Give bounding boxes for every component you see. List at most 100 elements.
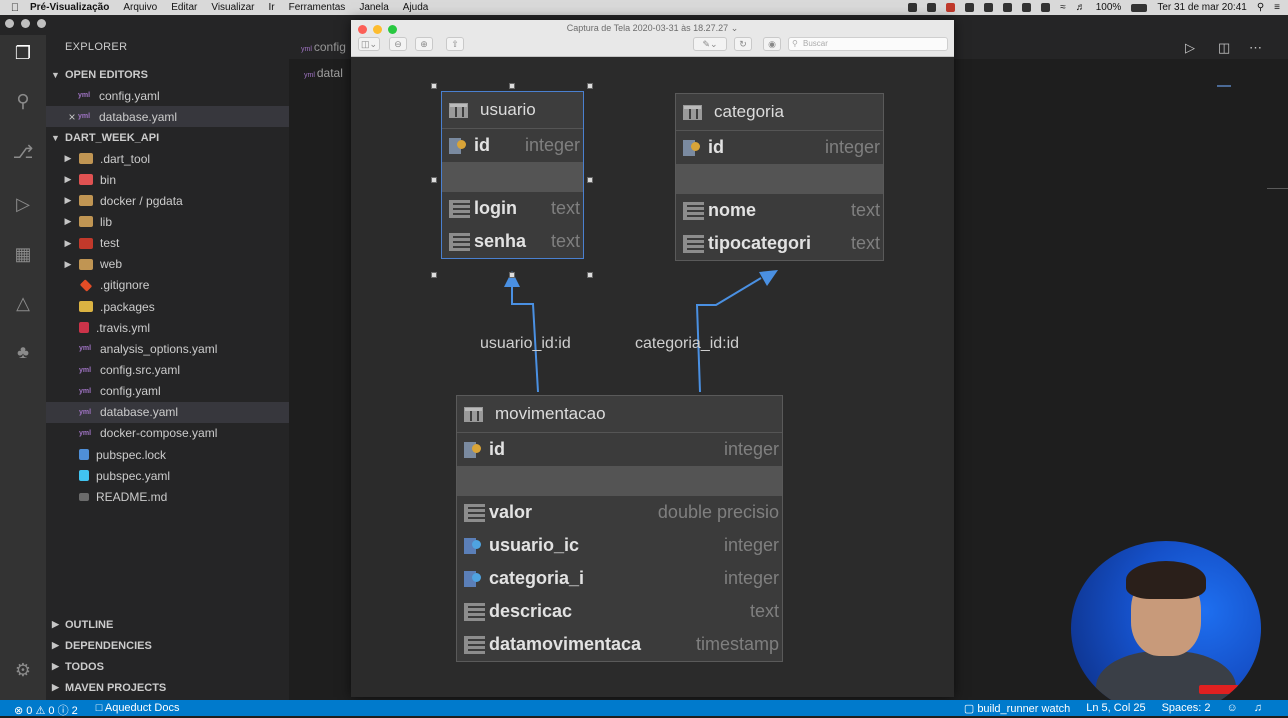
selection-handle[interactable] — [509, 83, 515, 89]
file-tree-item[interactable]: pubspec.lock — [46, 444, 289, 465]
project-folder-header[interactable]: ▼ DART_WEEK_API — [46, 127, 289, 148]
file-tree-item[interactable]: yml docker-compose.yaml — [46, 423, 289, 444]
menu-item-editar[interactable]: Editar — [171, 2, 197, 13]
file-tree-item[interactable]: pubspec.yaml — [46, 465, 289, 486]
status-app-icon[interactable] — [927, 3, 937, 12]
selection-handle[interactable] — [587, 83, 593, 89]
zoom-out-button[interactable]: ⊖ — [389, 37, 407, 51]
breadcrumb[interactable]: yml datal — [304, 66, 343, 80]
dependencies-section-header[interactable]: ▶ DEPENDENCIES — [46, 635, 289, 656]
open-editor-item[interactable]: × yml database.yaml — [46, 106, 289, 127]
selection-handle[interactable] — [431, 177, 437, 183]
close-editor-icon[interactable]: × — [66, 110, 78, 124]
status-app-icon[interactable] — [984, 3, 994, 12]
volume-icon[interactable]: ♬ — [1076, 2, 1086, 13]
selection-handle[interactable] — [431, 83, 437, 89]
edge-label-usuario-id: usuario_id:id — [480, 335, 571, 352]
table-categoria[interactable]: categoria id integer nome text tipocateg… — [675, 93, 884, 261]
zoom-window-button[interactable] — [37, 19, 46, 28]
notifications-bell-icon[interactable]: ♫ — [1254, 702, 1262, 715]
build-runner-task[interactable]: ▢ build_runner watch — [964, 702, 1070, 715]
rotate-button[interactable]: ↻ — [734, 37, 752, 51]
share-button[interactable]: ⇧ — [446, 37, 464, 51]
testing-flask-icon[interactable]: △ — [11, 291, 35, 315]
markup-pen-button[interactable]: ✎⌄ — [693, 37, 727, 51]
column-icon — [449, 232, 470, 251]
menu-item-janela[interactable]: Janela — [359, 2, 388, 13]
split-editor-icon[interactable]: ◫ — [1218, 40, 1230, 56]
status-app-icon[interactable] — [1022, 3, 1032, 12]
menu-item-ir[interactable]: Ir — [269, 2, 275, 13]
menu-item-ajuda[interactable]: Ajuda — [403, 2, 429, 13]
status-app-icon[interactable] — [1003, 3, 1013, 12]
open-editors-header[interactable]: ▼ OPEN EDITORS — [46, 64, 289, 85]
feedback-smiley-icon[interactable]: ☺ — [1227, 702, 1238, 715]
bin-folder-icon — [79, 174, 93, 186]
preview-search-field[interactable]: ⚲ Buscar — [788, 37, 948, 51]
battery-icon[interactable] — [1131, 3, 1148, 12]
open-editor-item[interactable]: yml config.yaml — [46, 85, 289, 106]
selection-handle[interactable] — [587, 272, 593, 278]
sidebar-toggle-button[interactable]: ◫⌄ — [358, 37, 380, 51]
preview-image-canvas[interactable]: usuario_id:id categoria_id:id usuario id… — [351, 57, 954, 697]
file-tree-item[interactable]: .gitignore — [46, 275, 289, 296]
file-tree-item[interactable]: .packages — [46, 296, 289, 317]
clock[interactable]: Ter 31 de mar 20:41 — [1157, 2, 1247, 13]
selection-handle[interactable] — [431, 272, 437, 278]
file-tree-item[interactable]: yml config.yaml — [46, 381, 289, 402]
status-app-icon[interactable] — [1041, 3, 1051, 12]
table-movimentacao[interactable]: movimentacao id integer valor double prec… — [456, 395, 783, 662]
apple-menu-icon[interactable]:  — [0, 2, 30, 14]
selection-handle[interactable] — [509, 272, 515, 278]
indentation-setting[interactable]: Spaces: 2 — [1162, 702, 1211, 715]
dependencies-label: DEPENDENCIES — [65, 639, 152, 652]
file-tree-item[interactable]: .travis.yml — [46, 317, 289, 338]
close-window-button[interactable] — [5, 19, 14, 28]
more-actions-icon[interactable]: ⋯ — [1249, 40, 1262, 56]
status-app-icon[interactable] — [908, 3, 918, 12]
test-folder-icon — [79, 237, 93, 249]
file-tree-item[interactable]: ▶ docker / pgdata — [46, 190, 289, 211]
file-tree-item[interactable]: ▶ test — [46, 233, 289, 254]
battery-percent[interactable]: 100% — [1096, 2, 1122, 13]
file-tree-item[interactable]: ▶ .dart_tool — [46, 148, 289, 169]
selection-handle[interactable] — [587, 177, 593, 183]
explorer-files-icon[interactable]: ❐ — [11, 41, 35, 65]
notification-center-icon[interactable]: ≡ — [1274, 2, 1280, 13]
minimize-window-button[interactable] — [21, 19, 30, 28]
maven-projects-section-header[interactable]: ▶ MAVEN PROJECTS — [46, 677, 289, 698]
table-usuario[interactable]: usuario id integer login text senha text — [441, 91, 584, 259]
file-tree-item[interactable]: yml analysis_options.yaml — [46, 338, 289, 359]
file-tree-item[interactable]: ▶ web — [46, 254, 289, 275]
file-tree-item[interactable]: yml database.yaml — [46, 401, 289, 423]
status-app-icon[interactable] — [946, 3, 956, 12]
wifi-icon[interactable]: ≈ — [1060, 2, 1066, 13]
run-debug-icon[interactable]: ▷ — [11, 192, 35, 216]
run-icon[interactable]: ▷ — [1185, 40, 1195, 56]
info-count: 2 — [71, 705, 78, 717]
menu-item-ferramentas[interactable]: Ferramentas — [289, 2, 346, 13]
file-tree-item[interactable]: yml config.src.yaml — [46, 360, 289, 381]
menu-app-name[interactable]: Pré-Visualização — [30, 2, 109, 13]
zoom-in-button[interactable]: ⊕ — [415, 37, 433, 51]
remote-tree-icon[interactable]: ♣ — [11, 340, 35, 364]
preview-title[interactable]: Captura de Tela 2020-03-31 às 18.27.27 ⌄ — [351, 23, 954, 34]
source-control-icon[interactable]: ⎇ — [11, 140, 35, 164]
editor-tab[interactable]: yml config — [301, 40, 346, 54]
column-list: valor double precisio usuario_ic integer cat… — [457, 496, 782, 661]
search-icon[interactable]: ⚲ — [11, 89, 35, 113]
status-app-icon[interactable] — [965, 3, 975, 12]
outline-section-header[interactable]: ▶ OUTLINE — [46, 614, 289, 635]
table-grid-icon — [464, 406, 483, 422]
menu-item-arquivo[interactable]: Arquivo — [123, 2, 157, 13]
file-tree-item[interactable]: ▶ lib — [46, 211, 289, 232]
settings-gear-icon[interactable]: ⚙ — [11, 658, 35, 682]
menu-item-visualizar[interactable]: Visualizar — [211, 2, 254, 13]
cursor-position[interactable]: Ln 5, Col 25 — [1086, 702, 1145, 715]
file-tree-item[interactable]: ▶ bin — [46, 169, 289, 190]
markup-toolbar-button[interactable]: ◉ — [763, 37, 781, 51]
extensions-icon[interactable]: ▦ — [11, 242, 35, 266]
todos-section-header[interactable]: ▶ TODOS — [46, 656, 289, 677]
file-tree-item[interactable]: README.md — [46, 486, 289, 507]
spotlight-search-icon[interactable]: ⚲ — [1257, 2, 1264, 13]
